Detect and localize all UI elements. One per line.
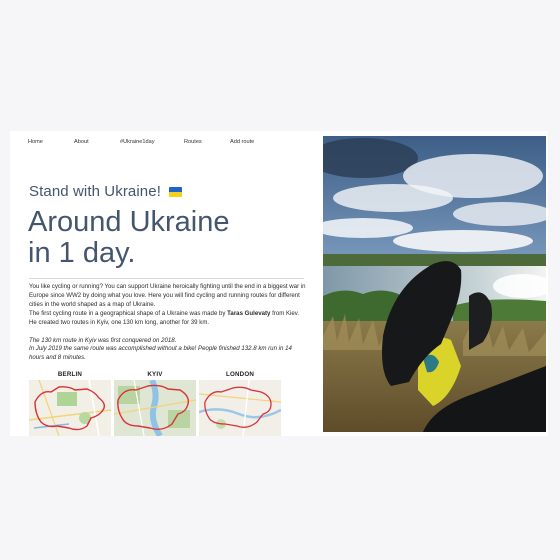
author-name: Taras Gulevaty (227, 309, 271, 317)
map-card-berlin[interactable]: BERLIN (29, 371, 111, 436)
content-column: Home About #Ukraine1day Routes Add route… (10, 131, 310, 436)
map-card-london[interactable]: LONDON (199, 371, 281, 436)
title-line-2: in 1 day. (28, 237, 136, 269)
map-label: LONDON (225, 371, 254, 378)
kyiv-map-image[interactable] (114, 380, 196, 436)
page-title: Around Ukraine in 1 day. (28, 207, 230, 269)
subtitle-text: Stand with Ukraine! (29, 183, 161, 200)
nav-item-ukraine1day[interactable]: #Ukraine1day (120, 139, 184, 145)
ukraine-flag-icon (169, 187, 183, 197)
page-card: Home About #Ukraine1day Routes Add route… (10, 131, 548, 436)
nav-item-add-route[interactable]: Add route (230, 139, 270, 145)
hero-photo (323, 136, 546, 432)
run-note: In July 2019 the same route was accompli… (29, 345, 292, 362)
nav-item-about[interactable]: About (74, 139, 120, 145)
map-card-kyiv[interactable]: KYIV (114, 371, 196, 436)
nav-item-routes[interactable]: Routes (184, 139, 230, 145)
title-line-1: Around Ukraine (28, 206, 230, 238)
first-route-paragraph: The first cycling route in a geographica… (29, 310, 307, 328)
cyclist-legs-photo-icon (323, 136, 546, 432)
intro-text: You like cycling or running? You can sup… (29, 283, 307, 363)
berlin-map-image[interactable] (29, 380, 111, 436)
first-route-text-start: The first cycling route in a geographica… (29, 309, 228, 317)
top-nav: Home About #Ukraine1day Routes Add route (28, 139, 270, 145)
page-subtitle: Stand with Ukraine! (29, 183, 183, 200)
intro-paragraph: You like cycling or running? You can sup… (29, 283, 306, 308)
map-label: BERLIN (57, 371, 83, 378)
map-label: KYIV (147, 371, 163, 378)
london-map-image[interactable] (199, 380, 281, 436)
nav-item-home[interactable]: Home (28, 139, 74, 145)
conquered-note: The 130 km route in Kyiv was first conqu… (29, 336, 177, 344)
divider (29, 278, 304, 279)
